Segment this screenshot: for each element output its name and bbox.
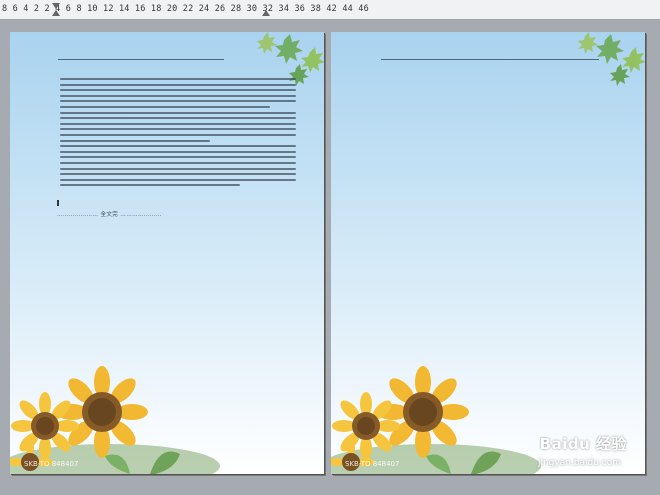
document-workspace: ………………… 全文完 ………………… SKB-TO 848407 SKB-TO… [0,20,660,495]
sunflower-decoration [331,366,541,474]
brand-watermark: Baidu 经验 [539,435,627,453]
sunflower-decoration [10,366,220,474]
left-indent-marker[interactable] [52,10,60,16]
end-of-text-marker: ………………… 全文完 ………………… [57,212,162,218]
header-rule [58,59,224,60]
document-page-2[interactable]: SKB-TO 848407 Baidu 经验 jingyan.baidu.com [331,32,645,474]
right-indent-marker[interactable] [262,10,270,16]
image-watermark: SKB-TO 848407 [24,460,79,468]
maple-leaves-decoration [578,32,645,86]
horizontal-ruler[interactable]: 8 6 4 2 2 4 6 8 10 12 14 16 18 20 22 24 … [0,0,660,20]
brand-url: jingyan.baidu.com [537,458,621,468]
text-cursor [57,200,59,206]
document-page-1[interactable]: ………………… 全文完 ………………… SKB-TO 848407 [10,32,324,474]
first-line-indent-marker[interactable] [52,3,60,9]
body-text-block[interactable] [60,78,296,190]
header-rule [381,59,599,60]
image-watermark: SKB-TO 848407 [345,460,400,468]
